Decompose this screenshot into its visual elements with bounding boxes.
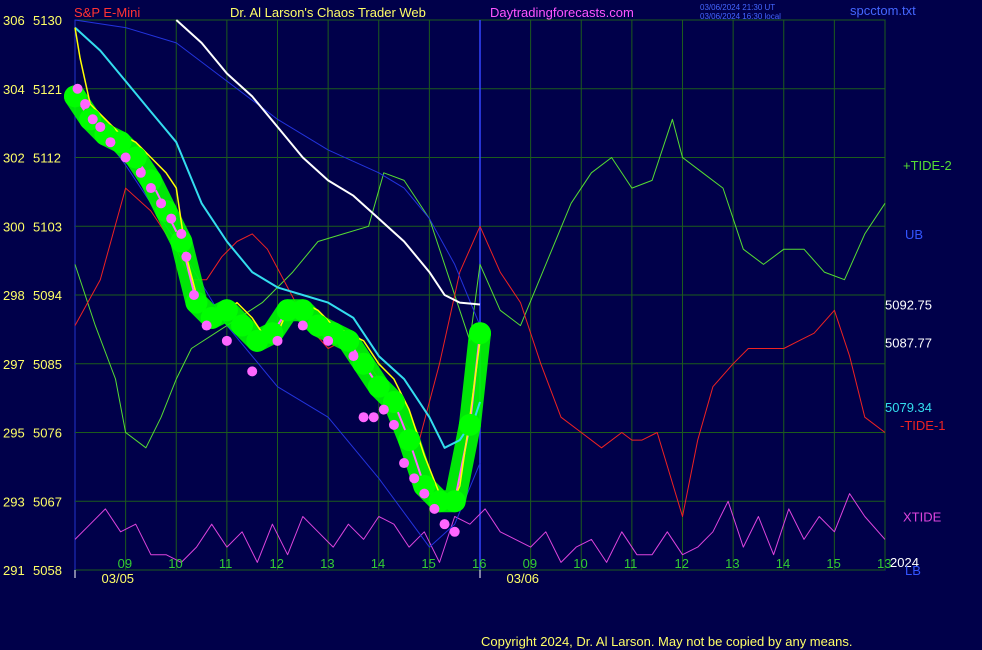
y-tick-left: 300 <box>3 219 25 234</box>
x-tick-label: 15 <box>421 556 435 571</box>
price-dot <box>145 183 156 194</box>
y-tick-left: 297 <box>3 357 25 372</box>
price-dot <box>135 167 146 178</box>
x-tick-label: 14 <box>371 556 385 571</box>
y-tick-left: 298 <box>3 288 25 303</box>
price-dot <box>368 412 379 423</box>
price-dot <box>409 473 420 484</box>
price-dot <box>105 137 116 148</box>
x-tick-label: 11 <box>624 556 638 571</box>
right-label-tide2: +TIDE-2 <box>903 158 952 173</box>
price-dot <box>156 198 167 209</box>
price-dot <box>221 335 232 346</box>
right-label-tide1: -TIDE-1 <box>900 418 946 433</box>
price-dot <box>176 228 187 239</box>
y-tick-right: 5058 <box>33 563 62 578</box>
price-dot <box>348 351 359 362</box>
price-dot <box>95 121 106 132</box>
y-tick-left: 295 <box>3 426 25 441</box>
right-label-lb: LB <box>905 563 921 578</box>
price-dot <box>181 251 192 262</box>
x-tick-label: 12 <box>270 556 284 571</box>
timestamp-ut: 03/06/2024 21:30 UT <box>700 3 775 12</box>
x-tick-label: 12 <box>675 556 689 571</box>
right-label-yellow-value: 5087.77 <box>885 336 932 351</box>
price-dot <box>429 503 440 514</box>
x-tick-label: 11 <box>219 556 233 571</box>
y-tick-right: 5121 <box>33 82 62 97</box>
price-dot <box>120 152 131 163</box>
site-title: Daytradingforecasts.com <box>490 5 634 20</box>
y-tick-left: 302 <box>3 151 25 166</box>
price-dot <box>272 335 283 346</box>
x-tick-label: 16 <box>472 556 486 571</box>
price-dot <box>87 114 98 125</box>
x-tick-label: 13 <box>320 556 334 571</box>
right-label-white-value: 5092.75 <box>885 298 932 313</box>
price-band-blob <box>469 322 491 345</box>
price-band-blob <box>443 490 466 513</box>
date-label: 03/05 <box>102 571 135 586</box>
y-tick-right: 5112 <box>33 151 61 166</box>
price-dot <box>72 83 83 94</box>
price-dot <box>358 412 369 423</box>
y-tick-left: 304 <box>3 82 25 97</box>
y-tick-left: 291 <box>3 563 25 578</box>
price-dot <box>188 290 199 300</box>
symbol-title: S&P E-Mini <box>74 5 140 20</box>
x-tick-label: 13 <box>725 556 739 571</box>
y-tick-right: 5085 <box>33 357 62 372</box>
y-tick-left: 306 <box>3 13 25 28</box>
price-dot <box>388 419 399 430</box>
price-band-blob <box>398 429 421 452</box>
x-tick-label: 09 <box>118 556 132 571</box>
price-dot <box>323 335 334 346</box>
price-dot <box>419 488 430 499</box>
x-tick-label: 10 <box>168 556 182 571</box>
x-tick-label: 15 <box>826 556 840 571</box>
y-tick-right: 5103 <box>33 219 62 234</box>
price-dot <box>201 320 212 331</box>
y-tick-right: 5130 <box>33 13 62 28</box>
price-dot <box>166 213 177 224</box>
price-dot <box>247 366 258 377</box>
author-title: Dr. Al Larson's Chaos Trader Web <box>230 5 426 20</box>
y-tick-right: 5076 <box>33 426 62 441</box>
right-label-ub: UB <box>905 227 923 242</box>
price-band-blob <box>458 413 481 436</box>
chaos-trader-chart: 306 5130 304 5121 302 5112 300 5103 298 5094 297 50… <box>0 0 982 650</box>
date-label: 03/06 <box>507 571 540 586</box>
right-label-xtide: XTIDE <box>903 510 942 525</box>
price-dot <box>80 99 91 110</box>
y-tick-right: 5094 <box>33 288 62 303</box>
x-tick-label: 09 <box>523 556 537 571</box>
x-tick-label: 10 <box>573 556 587 571</box>
right-label-cyan-value: 5079.34 <box>885 400 932 415</box>
price-dot <box>297 320 308 331</box>
data-file-name: spcctom.txt <box>850 3 916 18</box>
price-dot <box>378 404 389 415</box>
price-dot <box>449 526 460 537</box>
price-dot <box>439 519 450 530</box>
y-tick-left: 293 <box>3 494 25 509</box>
price-dot <box>399 458 410 469</box>
price-band-blob <box>337 329 360 352</box>
copyright: Copyright 2024, Dr. Al Larson. May not b… <box>481 634 852 649</box>
x-tick-label: 14 <box>776 556 790 571</box>
timestamp-local: 03/06/2024 16:30 local <box>700 12 781 21</box>
y-tick-right: 5067 <box>33 494 62 509</box>
